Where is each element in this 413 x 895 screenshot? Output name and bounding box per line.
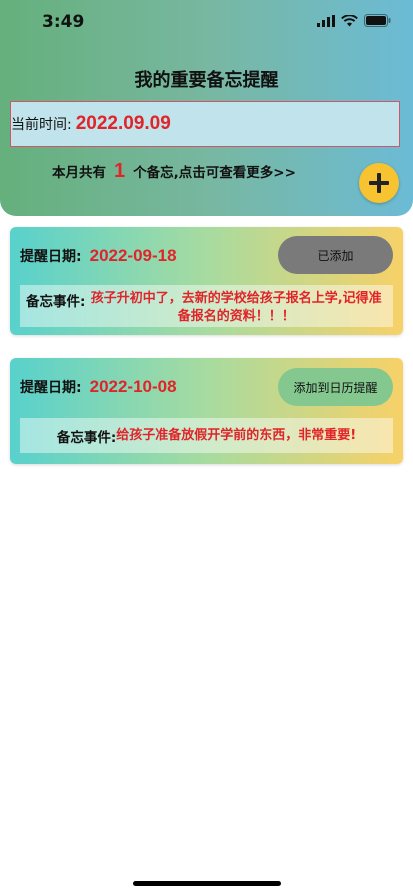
wifi-icon [341, 14, 358, 26]
reminder-event-label: 备忘事件: [56, 429, 117, 446]
add-to-calendar-button[interactable]: 添加到日历提醒 [278, 368, 393, 406]
reminder-date-value: 2022-10-08 [89, 377, 177, 396]
reminder-event-box: 备忘事件: 给孩子准备放假开学前的东西，非常重要! [20, 418, 393, 453]
month-summary[interactable]: 本月共有 1 个备忘,点击可查看更多>> [52, 160, 296, 183]
reminder-event-text: 孩子升初中了，去新的学校给孩子报名上学,记得准备报名的资料！！！ [90, 291, 382, 324]
status-time: 3:49 [42, 12, 85, 32]
status-icons [317, 14, 391, 27]
plus-icon [369, 173, 389, 193]
current-time-box: 当前时间: 2022.09.09 [10, 101, 400, 147]
reminder-event-label: 备忘事件: [26, 294, 86, 310]
current-time-label: 当前时间: [11, 117, 72, 133]
current-time-value: 2022.09.09 [75, 113, 171, 134]
reminder-date-value: 2022-09-18 [89, 246, 177, 265]
battery-icon [364, 14, 391, 27]
reminder-event-text: 给孩子准备放假开学前的东西，非常重要! [116, 427, 357, 443]
home-indicator[interactable] [133, 881, 281, 886]
reminder-event-box: 备忘事件: 孩子升初中了，去新的学校给孩子报名上学,记得准备报名的资料！！！ [20, 285, 393, 327]
header-panel: 3:49 我的重要备忘提醒 当前时间: 2022.09.09 本月共有 1 个备… [0, 0, 413, 216]
summary-count: 1 [114, 160, 126, 182]
reminder-date-label: 提醒日期: [20, 380, 82, 396]
summary-suffix: 个备忘,点击可查看更多>> [133, 165, 296, 181]
reminder-date-row: 提醒日期: 2022-10-08 [20, 358, 177, 416]
page-title: 我的重要备忘提醒 [134, 70, 279, 91]
reminder-card: 提醒日期: 2022-09-18 已添加 备忘事件: 孩子升初中了，去新的学校给… [10, 227, 403, 335]
reminder-date-row: 提醒日期: 2022-09-18 [20, 227, 177, 285]
add-reminder-button[interactable] [359, 163, 399, 203]
summary-prefix: 本月共有 [52, 165, 106, 181]
added-button[interactable]: 已添加 [278, 236, 393, 274]
reminder-card: 提醒日期: 2022-10-08 添加到日历提醒 备忘事件: 给孩子准备放假开学… [10, 358, 403, 464]
reminder-date-label: 提醒日期: [20, 249, 82, 265]
signal-icon [317, 14, 335, 27]
